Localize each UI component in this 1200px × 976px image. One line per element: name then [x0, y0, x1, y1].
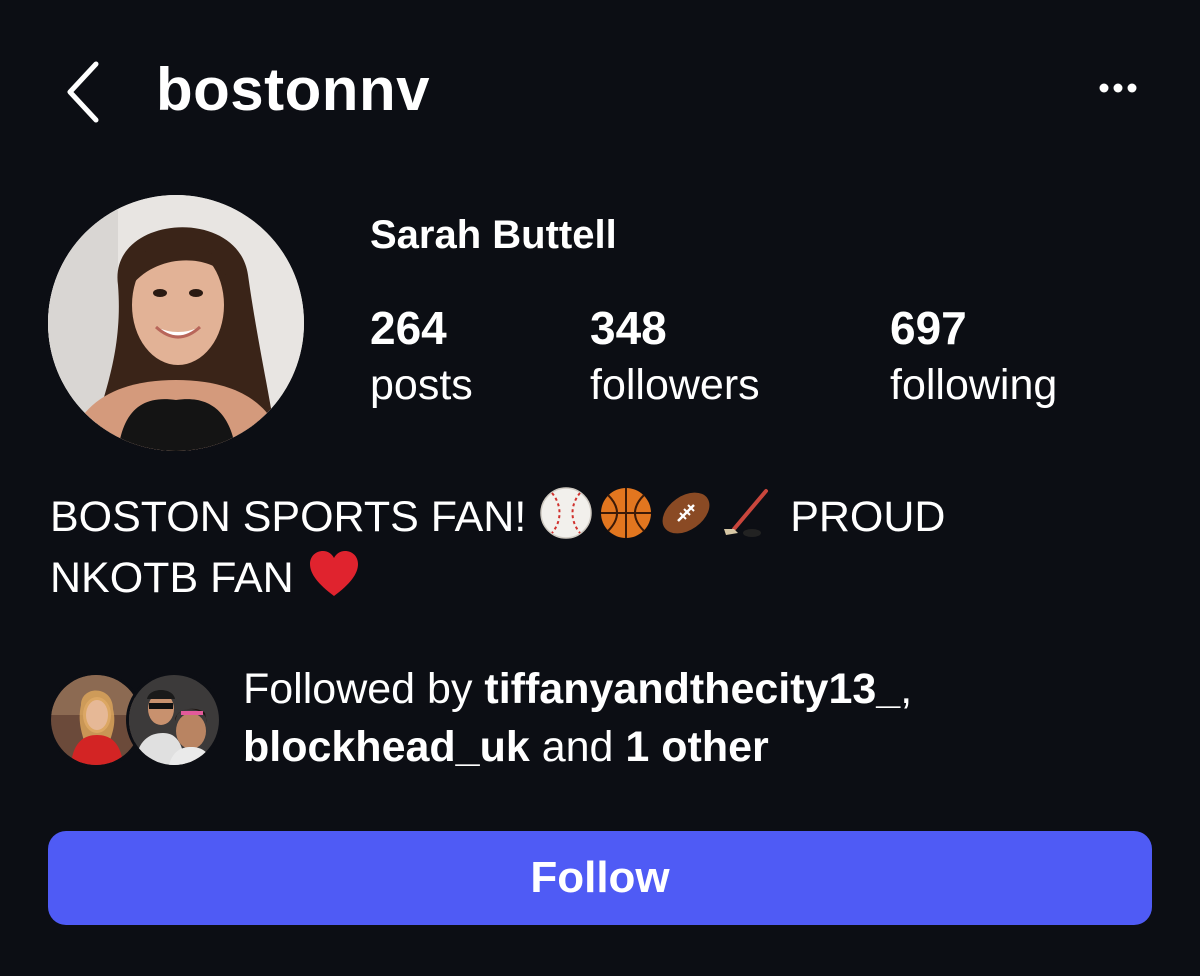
profile-bio: BOSTON SPORTS FAN! PROUD NKOTB FAN [50, 485, 1150, 607]
bio-line1-end: PROUD [790, 493, 946, 541]
follow-button[interactable]: Follow [48, 831, 1152, 925]
hockey-stick-emoji [718, 485, 774, 541]
stat-following-count: 697 [890, 302, 967, 354]
followed-by-text: Followed by tiffanyandthecity13_, blockh… [243, 660, 1143, 776]
stat-following[interactable]: 697 following [890, 300, 1057, 414]
profile-header: bostonnv [0, 40, 1200, 140]
bio-line2-text: NKOTB FAN [50, 554, 294, 602]
football-emoji [658, 485, 714, 541]
followed-by[interactable]: Followed by tiffanyandthecity13_, blockh… [48, 660, 1168, 780]
more-horizontal-icon [1099, 83, 1137, 93]
followed-by-others[interactable]: 1 other [625, 723, 768, 771]
follower-avatar [126, 672, 222, 768]
stat-followers-label: followers [590, 361, 760, 409]
more-options-button[interactable] [1088, 68, 1148, 108]
basketball-emoji [598, 485, 654, 541]
stat-posts-label: posts [370, 361, 473, 409]
followed-by-user-2[interactable]: blockhead_uk [243, 723, 530, 771]
chevron-left-icon [67, 61, 99, 123]
stat-posts[interactable]: 264 posts [370, 300, 473, 414]
followed-by-conjunction: and [541, 723, 614, 771]
profile-avatar[interactable] [48, 195, 304, 451]
stat-following-label: following [890, 361, 1058, 409]
followed-by-user-1[interactable]: tiffanyandthecity13_ [484, 665, 900, 713]
bio-line1-text: BOSTON SPORTS FAN! [50, 493, 527, 541]
followed-by-prefix: Followed by [243, 665, 473, 713]
red-heart-emoji [306, 546, 362, 602]
profile-username: bostonnv [156, 56, 430, 123]
stat-followers[interactable]: 348 followers [590, 300, 760, 414]
followed-by-separator: , [900, 665, 913, 713]
stat-followers-count: 348 [590, 302, 667, 354]
profile-display-name: Sarah Buttell [370, 213, 617, 257]
stat-posts-count: 264 [370, 302, 447, 354]
baseball-emoji [538, 485, 594, 541]
back-button[interactable] [52, 50, 122, 130]
